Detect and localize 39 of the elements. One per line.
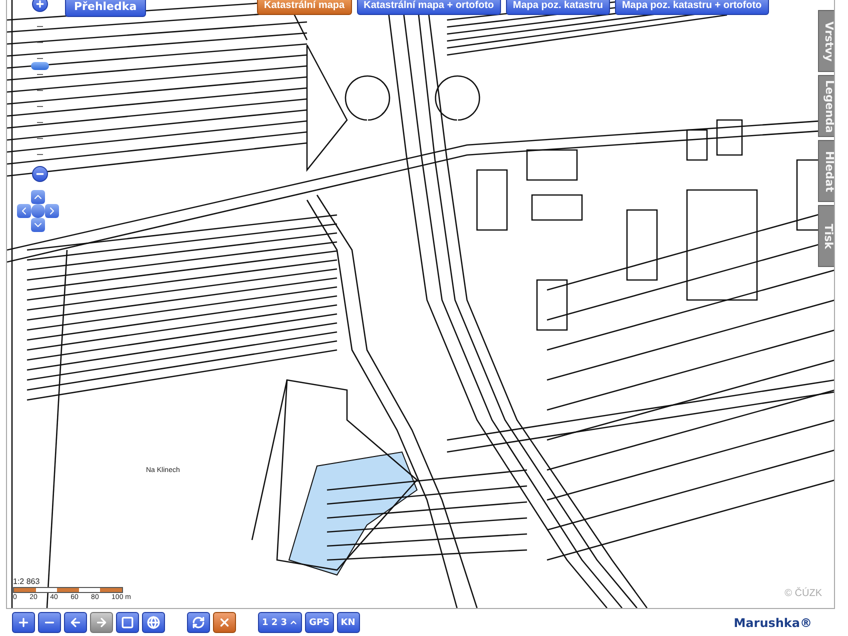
pan-down-button[interactable] [31, 218, 45, 232]
zoom-in-button[interactable] [12, 612, 35, 633]
rectangle-icon [121, 616, 134, 629]
tool-button[interactable]: GPS [305, 612, 334, 633]
side-tab[interactable]: Tisk [818, 205, 834, 267]
side-tab[interactable]: Hledat [818, 140, 834, 202]
refresh-icon [192, 616, 205, 629]
zoom-box-button[interactable] [116, 612, 139, 633]
map-layer-tab[interactable]: Katastrální mapa + ortofoto [356, 0, 501, 15]
back-button[interactable] [64, 612, 87, 633]
map-layer-tab[interactable]: Katastrální mapa [257, 0, 352, 15]
arrow-right-icon [95, 616, 108, 629]
pan-up-button[interactable] [31, 190, 45, 204]
tool-button[interactable]: KN [336, 612, 360, 633]
zoom-slider-thumb[interactable] [31, 62, 49, 70]
zoom-in-button[interactable] [32, 0, 48, 12]
arrow-left-icon [69, 616, 82, 629]
clear-button[interactable] [213, 612, 236, 633]
caret-icon [289, 618, 298, 627]
side-tab[interactable]: Legenda [818, 75, 834, 137]
zoom-out-button[interactable] [38, 612, 61, 633]
measure-button[interactable]: 1 2 3 [258, 612, 302, 633]
map-layer-tab[interactable]: Mapa poz. katastru + ortofoto [614, 0, 769, 15]
plus-icon [35, 0, 45, 9]
copyright-text: © ČÚZK [784, 588, 822, 599]
scale-ratio: 1:2 863 [13, 577, 41, 586]
brand-logo: Marushka® [734, 616, 812, 630]
refresh-button[interactable] [187, 612, 210, 633]
plus-icon [17, 616, 30, 629]
globe-icon [147, 616, 160, 629]
zoom-out-button[interactable] [32, 166, 48, 182]
close-icon [218, 616, 231, 629]
map-layer-tab[interactable]: Mapa poz. katastru [506, 0, 610, 15]
pan-center-button[interactable] [31, 204, 45, 218]
side-tab[interactable]: Vrstvy [818, 10, 834, 72]
overview-button[interactable]: Přehledka [65, 0, 146, 17]
pan-right-button[interactable] [45, 204, 59, 218]
globe-button[interactable] [142, 612, 165, 633]
pan-left-button[interactable] [17, 204, 31, 218]
